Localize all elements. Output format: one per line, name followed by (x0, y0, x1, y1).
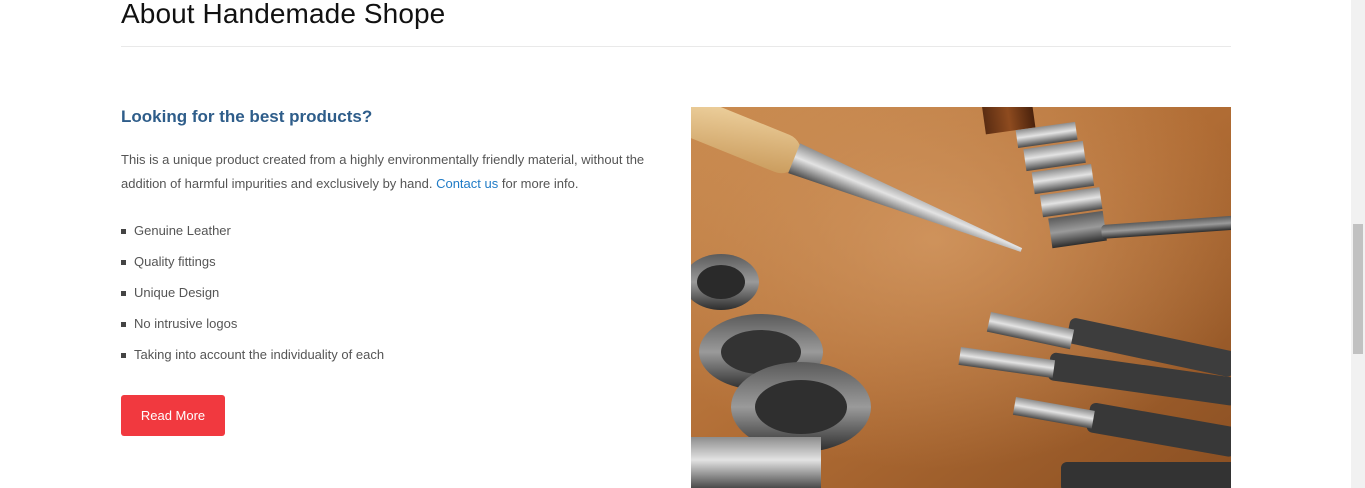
description-suffix: for more info. (501, 176, 579, 191)
about-section: About Handemade Shope Looking for the be… (0, 0, 1365, 488)
bullet-icon (121, 352, 126, 358)
bullet-icon (121, 228, 126, 234)
list-item: Quality fittings (121, 251, 384, 282)
feature-label: Quality fittings (134, 254, 216, 269)
bullet-icon (121, 259, 126, 265)
list-item: Taking into account the individuality of… (121, 344, 384, 375)
list-item: No intrusive logos (121, 313, 384, 344)
scrollbar-thumb[interactable] (1353, 224, 1363, 354)
feature-label: Genuine Leather (134, 223, 231, 238)
page-scrollbar[interactable] (1351, 0, 1365, 488)
leather-tools-photo (691, 107, 1231, 488)
bullet-icon (121, 290, 126, 296)
subheading: Looking for the best products? (121, 107, 373, 126)
product-description: This is a unique product created from a … (121, 148, 671, 196)
feature-label: No intrusive logos (134, 316, 238, 331)
read-more-button[interactable]: Read More (121, 395, 225, 436)
contact-us-link[interactable]: Contact us (436, 176, 498, 191)
list-item: Genuine Leather (121, 220, 384, 251)
feature-label: Unique Design (134, 285, 220, 300)
list-item: Unique Design (121, 282, 384, 313)
feature-label: Taking into account the individuality of… (134, 347, 385, 362)
feature-list: Genuine Leather Quality fittings Unique … (121, 220, 384, 375)
title-divider (121, 46, 1231, 47)
bullet-icon (121, 321, 126, 327)
section-title: About Handemade Shope (121, 0, 446, 29)
